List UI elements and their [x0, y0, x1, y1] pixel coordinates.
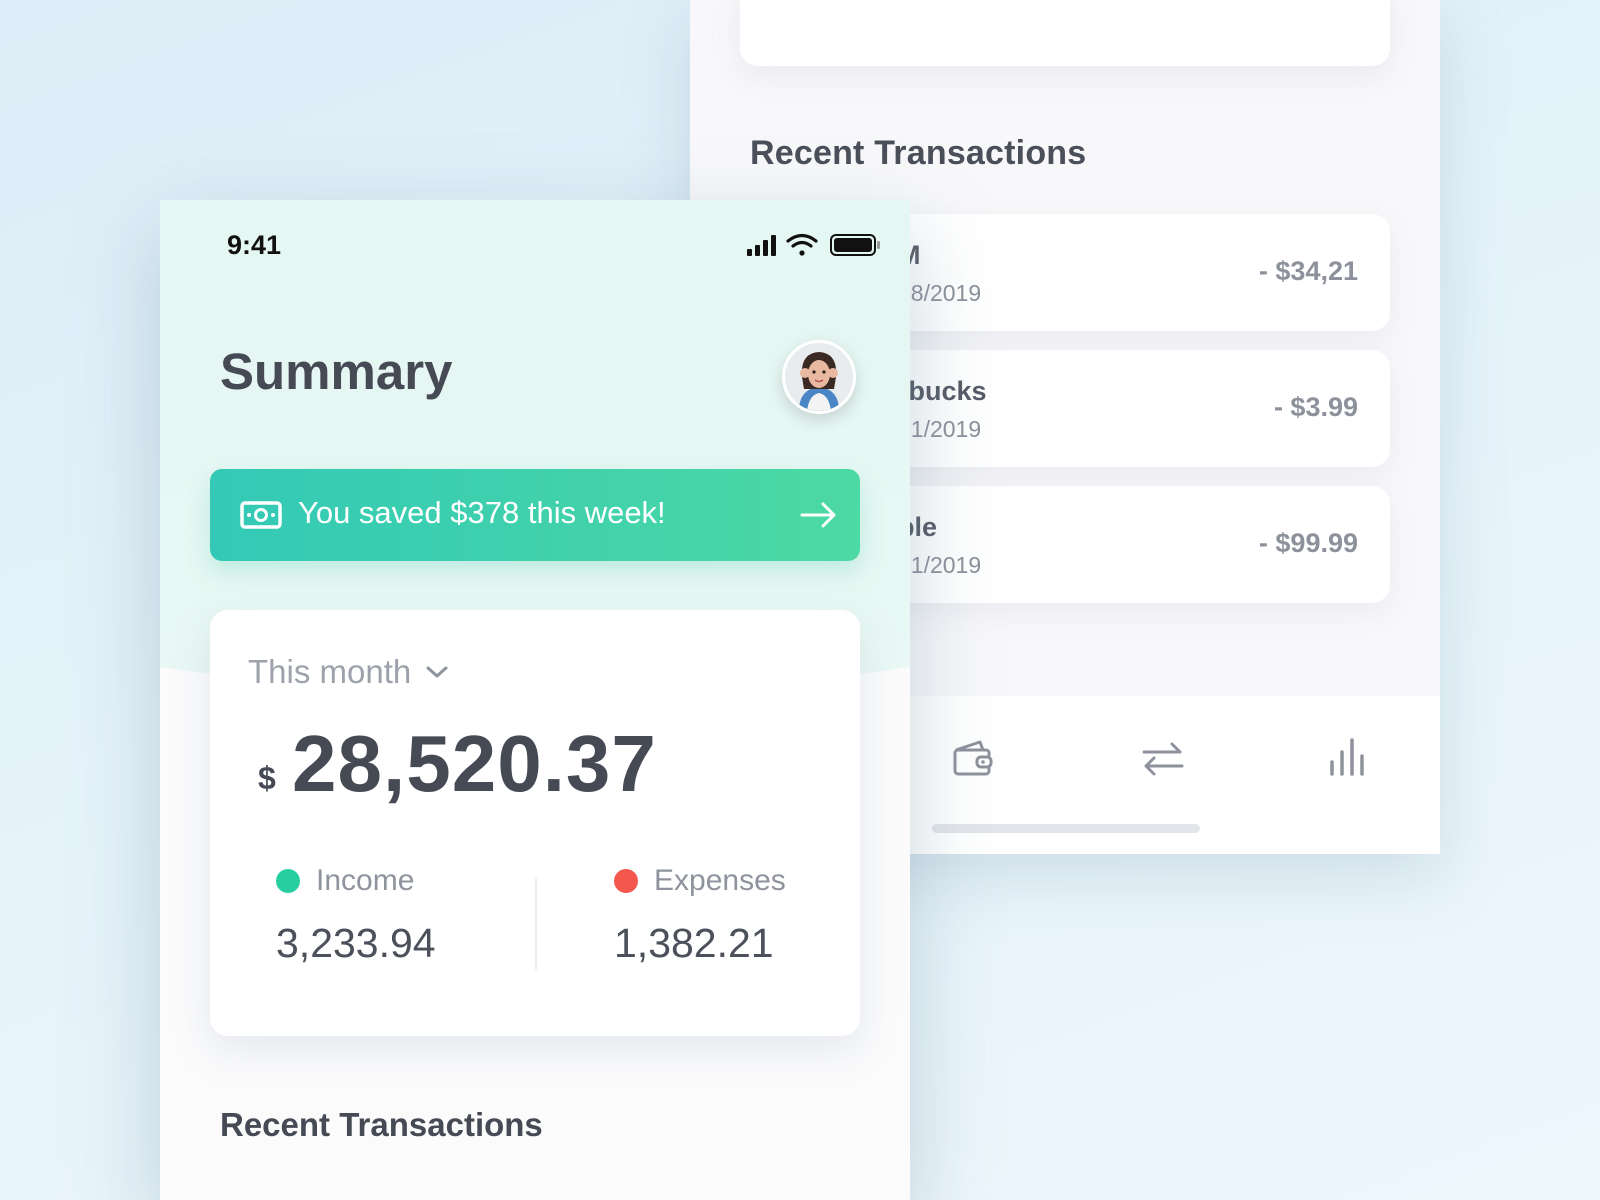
chevron-down-icon — [426, 666, 448, 678]
transaction-amount: - $99.99 — [1258, 528, 1358, 558]
recent-transactions-title: Recent Transactions — [220, 1106, 543, 1143]
period-label: This month — [248, 653, 412, 690]
money-icon — [240, 501, 282, 529]
page-title: Summary — [220, 343, 453, 400]
summary-card: This month $ 28,520.37 Income 3,233.94 E… — [210, 610, 860, 1036]
avatar[interactable] — [782, 340, 856, 414]
transfer-icon[interactable] — [1140, 736, 1186, 782]
savings-text: You saved $378 this week! — [298, 495, 666, 530]
recent-transactions-title: Recent Transactions — [750, 134, 1087, 172]
transaction-amount: - $34,21 — [1258, 256, 1358, 286]
stat-divider — [535, 878, 537, 970]
expenses-label: Expenses — [654, 864, 786, 897]
signal-icon — [747, 235, 776, 256]
income-label: Income — [316, 864, 415, 897]
front-screen: 9:41 Summary You saved $378 this week! T… — [160, 200, 910, 1200]
top-card — [740, 0, 1390, 66]
transaction-date: 21/2019 — [898, 552, 982, 578]
transaction-name: rbucks — [898, 376, 987, 406]
arrow-right-icon — [800, 502, 836, 528]
expenses-dot — [614, 869, 638, 893]
income-dot — [276, 869, 300, 893]
status-icons — [747, 233, 880, 256]
wifi-icon — [786, 233, 818, 256]
avatar-image — [785, 343, 853, 411]
income-value: 3,233.94 — [276, 920, 436, 966]
balance-amount: 28,520.37 — [292, 719, 657, 808]
income-stat: Income 3,233.94 — [276, 864, 436, 967]
battery-icon — [830, 234, 880, 256]
transaction-date: 08/2019 — [898, 280, 982, 306]
expenses-value: 1,382.21 — [614, 920, 774, 966]
period-dropdown[interactable]: This month — [248, 650, 449, 694]
expenses-stat: Expenses 1,382.21 — [614, 864, 786, 967]
home-indicator — [932, 824, 1200, 833]
status-time: 9:41 — [227, 230, 282, 260]
currency-symbol: $ — [258, 760, 276, 796]
wallet-icon[interactable] — [950, 736, 996, 782]
transaction-date: 21/2019 — [898, 416, 982, 442]
transaction-amount: - $3.99 — [1273, 392, 1358, 422]
savings-banner[interactable]: You saved $378 this week! — [210, 469, 860, 561]
stats-icon[interactable] — [1326, 736, 1372, 782]
